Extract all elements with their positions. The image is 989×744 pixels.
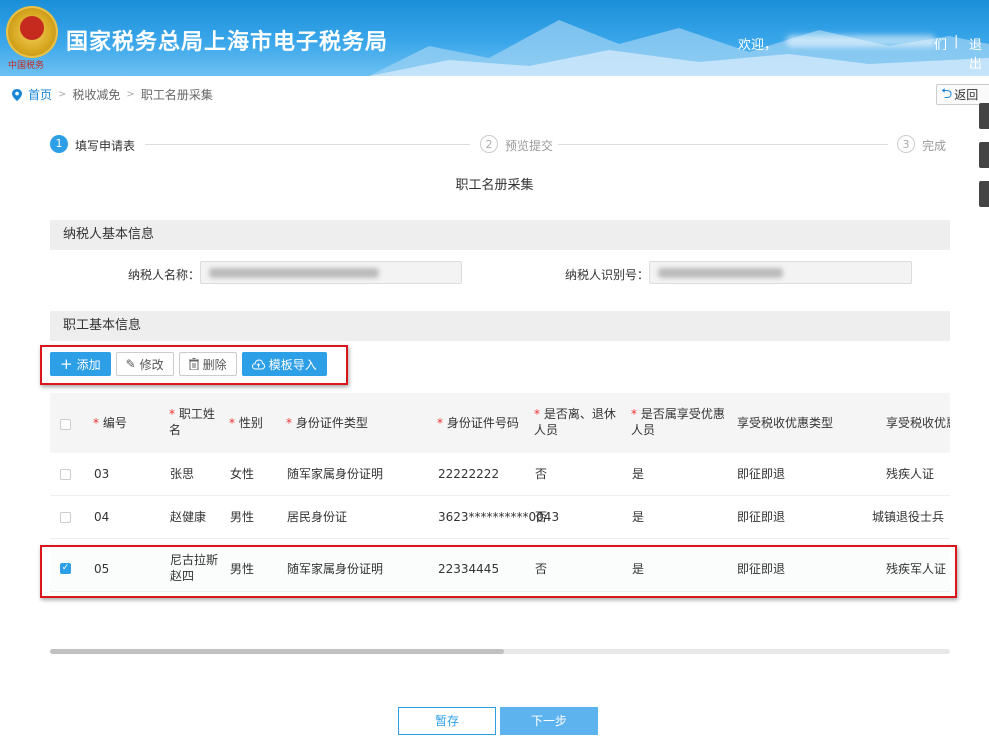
employee-section-header: 职工基本信息 [50, 311, 950, 341]
cell-preferential: 是 [632, 467, 645, 481]
cell-no: 03 [94, 467, 110, 481]
breadcrumb-home[interactable]: 首页 [28, 86, 52, 103]
form-title: 职工名册采集 [455, 178, 534, 193]
table-row[interactable]: 04 赵健康 男性 居民身份证 3623**********0043 否 是 即… [50, 496, 950, 539]
breadcrumb-current: 职工名册采集 [140, 88, 213, 102]
step-2-number: 2 [480, 135, 498, 153]
side-tool-icon[interactable] [979, 142, 989, 168]
return-arrow-icon: ⮌ [941, 85, 953, 102]
cell-id-type: 随军家属身份证明 [287, 467, 384, 481]
taxpayer-section-header: 纳税人基本信息 [50, 220, 950, 250]
welcome-text: 欢迎， [738, 38, 778, 53]
breadcrumb-sep: > [58, 89, 67, 100]
tax-emblem-logo [6, 6, 58, 58]
cell-gender: 男性 [230, 510, 255, 524]
user-suffix: 们 [934, 38, 948, 53]
cell-id-no: 22222222 [438, 467, 500, 481]
row-checkbox[interactable] [60, 469, 71, 480]
col-header-name: * 职工姓名 [169, 407, 215, 437]
row-checkbox[interactable] [60, 512, 71, 523]
breadcrumb-sep: > [126, 89, 135, 100]
taxpayer-name-field [200, 261, 462, 284]
col-header-preferential: * 是否属享受优惠人员 [631, 407, 725, 437]
cell-id-type: 居民身份证 [287, 510, 348, 524]
blurred-username [786, 35, 936, 47]
table-row[interactable]: 03 张思 女性 随军家属身份证明 22222222 否 是 即征即退 残疾人证 [50, 453, 950, 496]
col-header-pref-type: 享受税收优惠类型 [737, 416, 834, 430]
cell-retired: 否 [535, 467, 548, 481]
site-title: 国家税务总局上海市电子税务局 [66, 30, 389, 55]
location-pin-icon [12, 88, 22, 101]
back-label: 返回 [954, 88, 979, 102]
cell-pref-basis: 残疾人证 [886, 467, 935, 481]
taxpayer-id-label: 纳税人识别号： [564, 268, 649, 282]
cell-pref-type: 即征即退 [737, 510, 786, 524]
step-3-label: 完成 [922, 139, 947, 153]
col-header-retired: * 是否离、退休人员 [534, 407, 616, 437]
step-connector [145, 144, 470, 145]
table-horizontal-scrollbar[interactable] [50, 649, 950, 654]
cell-no: 04 [94, 510, 110, 524]
back-button[interactable]: ⮌ 返回 [936, 84, 989, 105]
col-header-pref-basis: 享受税收优惠 [886, 416, 950, 430]
taxpayer-id-field [649, 261, 912, 284]
step-1-label: 填写申请表 [75, 139, 136, 153]
select-all-checkbox[interactable] [60, 419, 71, 430]
toolbar-highlight-box [40, 345, 348, 385]
progress-steps: 1 填写申请表 2 预览提交 3 完成 [50, 135, 950, 155]
next-step-button[interactable]: 下一步 [500, 707, 598, 735]
header-separator: | [954, 34, 959, 49]
cell-retired: 否 [535, 510, 548, 524]
col-header-id-no: * 身份证件号码 [437, 416, 519, 430]
col-header-no: * 编号 [93, 416, 127, 430]
step-1-number: 1 [50, 135, 68, 153]
table-header: * 编号 * 职工姓名 * 性别 * 身份证件类型 * 身份证件号码 * 是否离… [50, 393, 950, 453]
cell-name: 张思 [170, 467, 195, 481]
logo-caption: 中国税务 [8, 61, 45, 71]
step-connector [558, 144, 888, 145]
cell-gender: 女性 [230, 467, 255, 481]
cell-pref-basis: 城镇退役士兵 [872, 510, 945, 524]
side-help-icon[interactable] [979, 103, 989, 129]
taxpayer-name-label: 纳税人名称： [127, 268, 200, 282]
cell-pref-type: 即征即退 [737, 467, 786, 481]
scrollbar-thumb[interactable] [50, 649, 504, 654]
cell-preferential: 是 [632, 510, 645, 524]
site-header: 中国税务 国家税务总局上海市电子税务局 欢迎， 们 | 退出 [0, 0, 989, 76]
breadcrumb-tax-relief[interactable]: 税收减免 [72, 86, 120, 103]
col-header-id-type: * 身份证件类型 [286, 416, 368, 430]
logout-link[interactable]: 退出 [969, 34, 989, 72]
col-header-gender: * 性别 [229, 416, 263, 430]
step-3-number: 3 [897, 135, 915, 153]
save-draft-button[interactable]: 暂存 [398, 707, 496, 735]
step-2-label: 预览提交 [505, 139, 554, 153]
row-highlight-box [40, 545, 957, 598]
cell-name: 赵健康 [170, 510, 207, 524]
breadcrumb: 首页 > 税收减免 > 职工名册采集 [12, 86, 213, 103]
